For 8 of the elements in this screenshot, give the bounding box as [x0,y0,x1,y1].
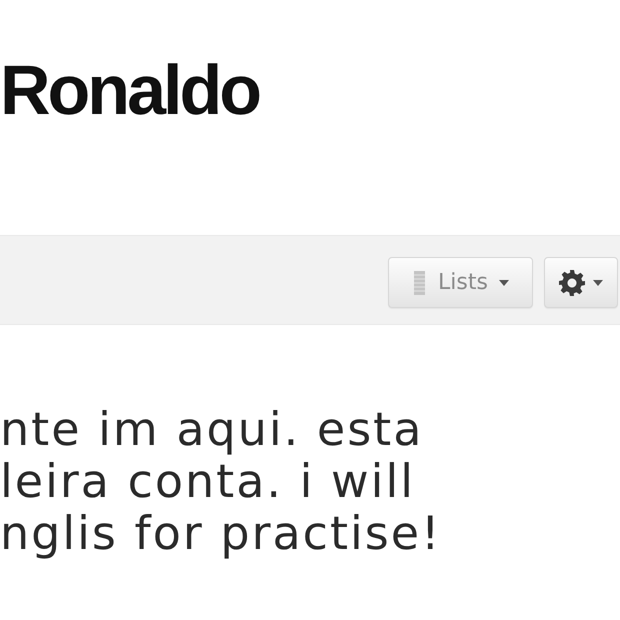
profile-name: Ronaldo [0,55,259,125]
caret-icon [498,280,509,286]
caret-icon [593,280,603,286]
lists-button[interactable]: Lists [388,257,533,308]
settings-icon [559,270,585,296]
list-icon [414,270,425,294]
settings-button[interactable] [544,257,618,308]
tweet-text: nte im aqui. esta leira conta. i will nglis for practise! [0,403,442,559]
